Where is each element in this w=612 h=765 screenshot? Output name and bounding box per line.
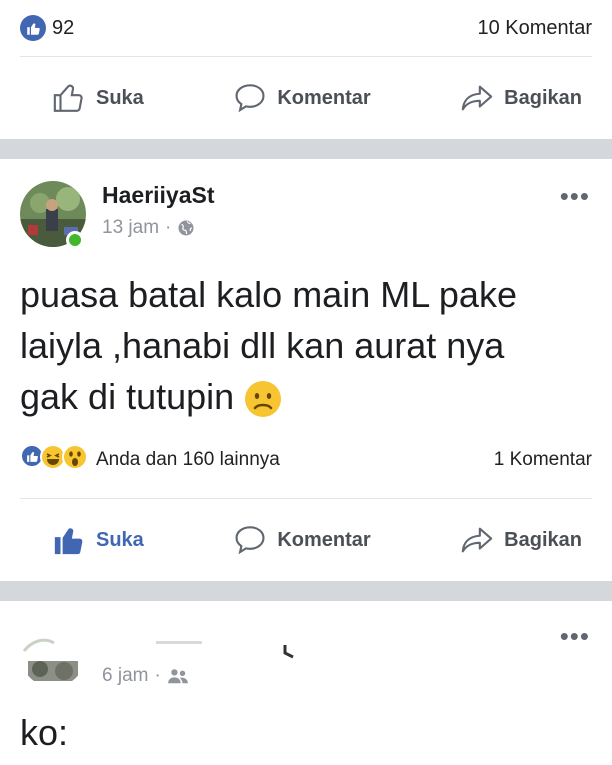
wow-reaction-icon <box>62 444 88 476</box>
post-card: HaeriiyaSt 13 jam · ••• puasa batal kalo… <box>0 159 612 581</box>
feed-separator <box>0 139 612 159</box>
like-button[interactable]: Suka <box>52 81 144 115</box>
like-label: Suka <box>96 528 144 551</box>
redacted-glyph-icon <box>283 645 294 659</box>
post-text-line: laiyla ,hanabi dll kan aurat nya <box>20 325 505 366</box>
author-name[interactable]: HaeriiyaSt <box>102 181 215 209</box>
share-label: Bagikan <box>504 528 582 551</box>
online-status-dot <box>66 231 84 249</box>
more-options-icon[interactable]: ••• <box>560 181 590 212</box>
post-header: HaeriiyaSt 13 jam · ••• <box>0 159 612 249</box>
comment-bubble-icon <box>235 526 265 555</box>
reactions-group[interactable]: Anda dan 160 lainnya <box>20 444 280 476</box>
share-arrow-icon <box>461 527 493 553</box>
comment-bubble-icon <box>235 84 265 113</box>
post-time[interactable]: 13 jam <box>102 217 159 239</box>
reactions-summary: Anda dan 160 lainnya 1 Komentar <box>0 422 612 498</box>
share-arrow-icon <box>461 85 493 111</box>
like-badge-icon <box>20 15 46 41</box>
comment-button[interactable]: Komentar <box>233 523 371 557</box>
comment-count[interactable]: 10 Komentar <box>477 17 592 40</box>
post-text-line: ko: <box>20 712 69 753</box>
meta-dot: · <box>165 217 172 238</box>
share-button[interactable]: Bagikan <box>460 81 582 115</box>
redacted-name-mark <box>156 641 202 644</box>
friends-icon <box>167 669 188 684</box>
post-time[interactable]: 6 jam <box>102 665 148 687</box>
more-options-icon[interactable]: ••• <box>560 621 590 652</box>
comment-button[interactable]: Komentar <box>233 81 371 115</box>
globe-icon <box>178 220 194 236</box>
meta-dot: · <box>154 665 161 686</box>
like-count: 92 <box>52 16 75 39</box>
thumbs-up-filled-icon <box>54 528 83 555</box>
reactions-text: Anda dan 160 lainnya <box>96 449 280 470</box>
post-time-row: 13 jam · <box>102 217 215 239</box>
sad-face-emoji-icon <box>245 381 282 418</box>
post-text: ko: <box>0 687 612 758</box>
next-post-card: 6 jam · ••• ko: <box>0 601 612 758</box>
feed-separator <box>0 581 612 601</box>
comment-count[interactable]: 1 Komentar <box>494 449 592 471</box>
post-meta: HaeriiyaSt 13 jam · <box>102 181 215 239</box>
reaction-icons <box>20 444 88 476</box>
comment-label: Komentar <box>277 86 371 109</box>
next-post-header: 6 jam · ••• <box>0 601 612 687</box>
post-text-line: gak di tutupin <box>20 376 235 417</box>
post-text-line-with-emoji: gak di tutupin <box>20 371 592 422</box>
top-post-reaction-bar: 92 10 Komentar <box>0 0 612 56</box>
post-meta: 6 jam · <box>102 657 189 687</box>
thumbs-up-outline-icon <box>53 84 83 112</box>
comment-label: Komentar <box>277 528 371 551</box>
post-actions: Suka Komentar Bagikan <box>0 499 612 581</box>
like-count-group[interactable]: 92 <box>20 15 74 41</box>
post-text-line: puasa batal kalo main ML pake <box>20 274 517 315</box>
like-label: Suka <box>96 86 144 109</box>
avatar[interactable] <box>20 621 86 687</box>
share-button[interactable]: Bagikan <box>460 523 582 557</box>
share-label: Bagikan <box>504 86 582 109</box>
post-time-row: 6 jam · <box>102 665 189 687</box>
like-button[interactable]: Suka <box>52 523 144 557</box>
post-text: puasa batal kalo main ML pake laiyla ,ha… <box>0 247 612 422</box>
top-post-actions: Suka Komentar Bagikan <box>0 57 612 139</box>
